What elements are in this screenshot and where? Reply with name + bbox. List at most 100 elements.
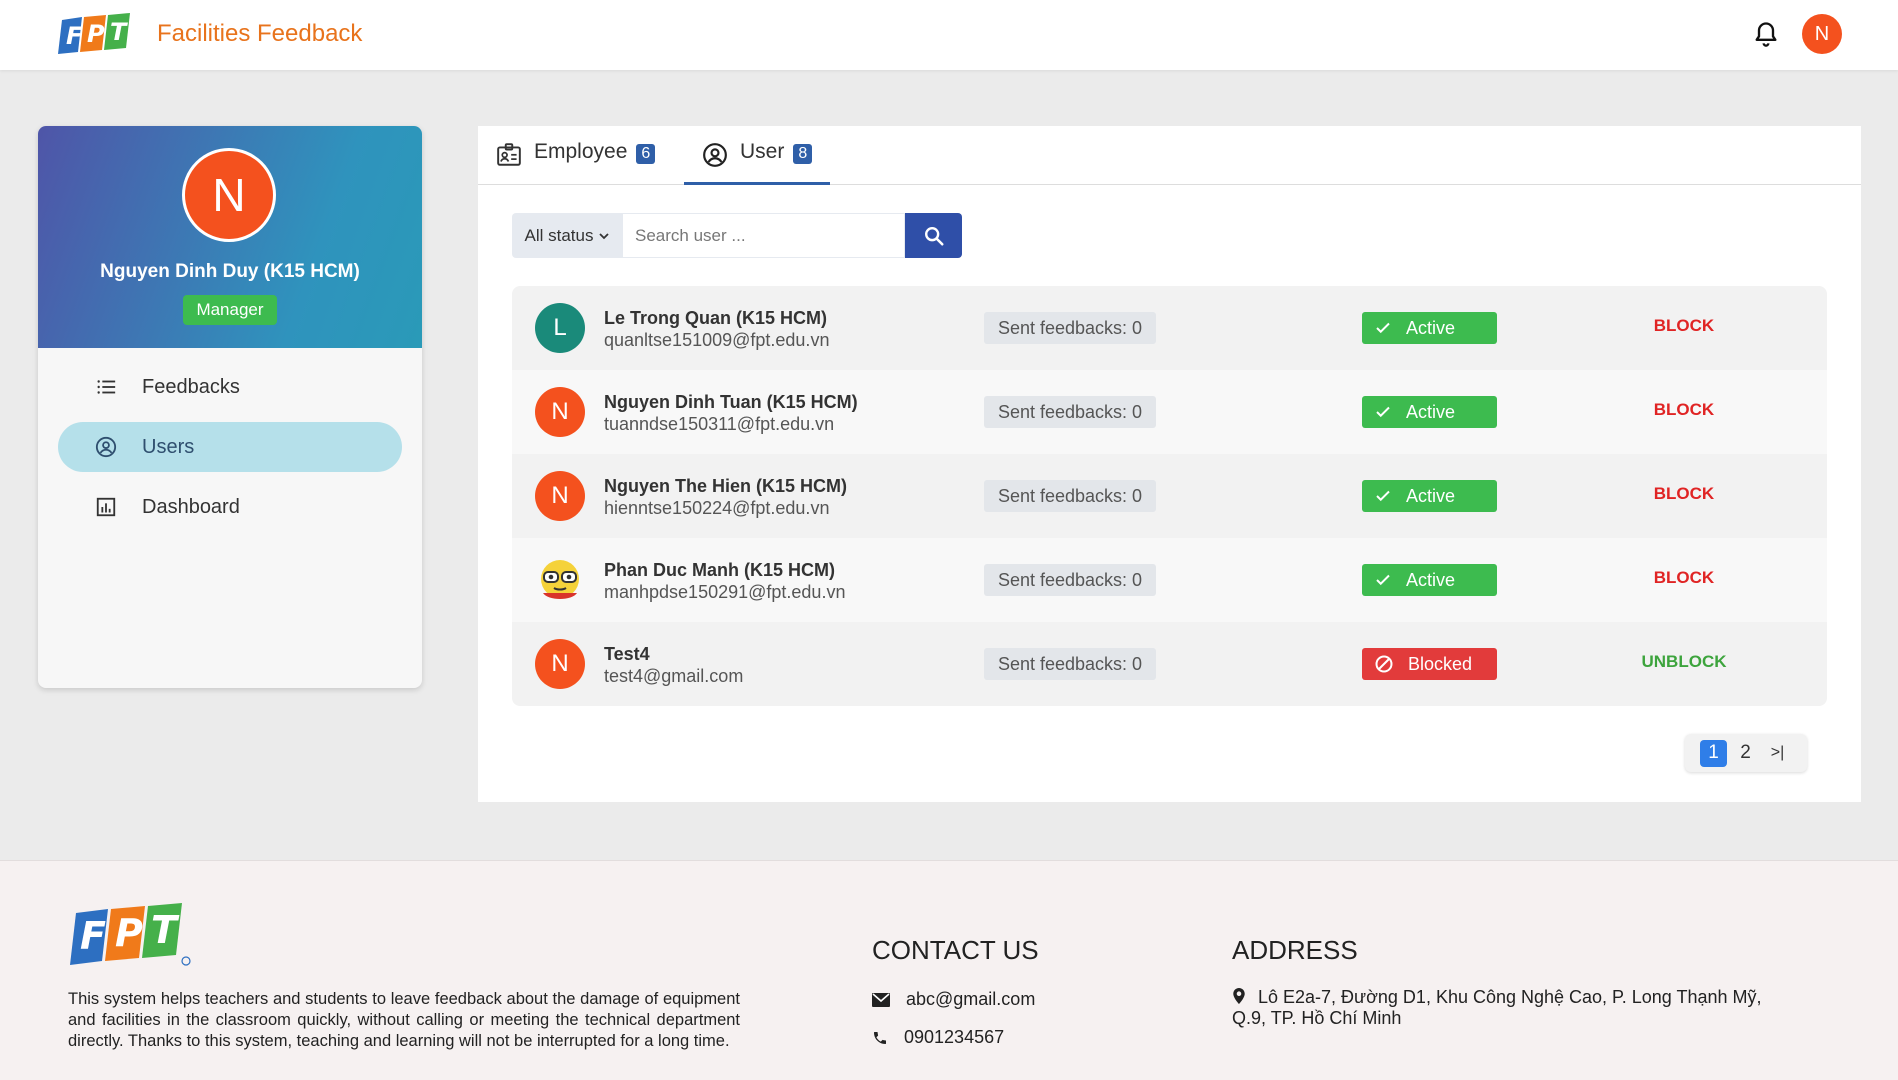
check-icon (1376, 322, 1390, 334)
user-row: N Test4 test4@gmail.com Sent feedbacks: … (512, 622, 1827, 706)
tab-label: User (740, 140, 785, 163)
tab-label: Employee (534, 140, 628, 163)
main-panel: Employee 6 User 8 All status Search user… (478, 126, 1861, 802)
nerd-face-avatar-icon (541, 560, 579, 599)
user-email: manhpdse150291@fpt.edu.vn (604, 582, 846, 602)
page-2-button[interactable]: 2 (1732, 740, 1759, 767)
header-avatar[interactable]: N (1802, 14, 1842, 54)
notification-bell-icon[interactable] (1752, 20, 1780, 48)
search-bar: All status (512, 213, 962, 258)
pagination: 1 2 >| (1685, 734, 1807, 772)
user-email: quanltse151009@fpt.edu.vn (604, 330, 830, 350)
svg-text:T: T (110, 18, 128, 46)
footer-description: This system helps teachers and students … (68, 990, 740, 1050)
tab-user[interactable]: User 8 (684, 140, 831, 185)
status-filter-value: All status (524, 225, 594, 245)
map-pin-icon (1233, 988, 1245, 1004)
fpt-logo[interactable]: F P T (56, 12, 136, 58)
sidebar-menu: Feedbacks Users Dashboard (58, 362, 402, 542)
user-name: Test4 (604, 644, 650, 664)
svg-text:T: T (151, 908, 180, 952)
blocked-icon (1375, 655, 1393, 673)
user-email: test4@gmail.com (604, 666, 744, 686)
search-input[interactable] (623, 213, 905, 258)
page-1-button[interactable]: 1 (1700, 739, 1727, 767)
block-button[interactable]: BLOCK (1599, 400, 1769, 420)
user-row: Phan Duc Manh (K15 HCM) manhpdse150291@f… (512, 538, 1827, 622)
chart-icon (94, 495, 118, 519)
user-avatar: N (535, 387, 585, 437)
user-list: L Le Trong Quan (K15 HCM) quanltse151009… (512, 286, 1827, 706)
tab-bar: Employee 6 User 8 (478, 126, 1861, 185)
user-row: N Nguyen Dinh Tuan (K15 HCM) tuanndse150… (512, 370, 1827, 454)
user-name: Le Trong Quan (K15 HCM) (604, 308, 828, 328)
tab-employee[interactable]: Employee 6 (496, 140, 656, 185)
unblock-button[interactable]: UNBLOCK (1599, 652, 1769, 672)
block-button[interactable]: BLOCK (1599, 484, 1769, 504)
contact-email: abc@gmail.com (872, 989, 1035, 1010)
user-row: N Nguyen The Hien (K15 HCM) hienntse1502… (512, 454, 1827, 538)
status-filter-select[interactable]: All status (512, 213, 623, 258)
status-label: Active (1406, 401, 1456, 422)
search-icon (924, 226, 944, 246)
status-badge: Blocked (1362, 648, 1497, 680)
svg-text:P: P (87, 20, 105, 48)
search-button[interactable] (905, 213, 962, 258)
phone-icon (874, 1031, 886, 1044)
sidebar-item-label: Dashboard (142, 495, 240, 518)
check-icon (1376, 490, 1390, 502)
sidebar-item-label: Users (142, 435, 195, 458)
status-badge: Active (1362, 480, 1497, 512)
profile-section: N Nguyen Dinh Duy (K15 HCM) Manager (38, 126, 422, 348)
profile-avatar: N (182, 148, 276, 242)
envelope-icon (872, 992, 890, 1007)
user-name: Phan Duc Manh (K15 HCM) (604, 560, 836, 580)
role-badge: Manager (183, 295, 277, 325)
sidebar-item-dashboard[interactable]: Dashboard (58, 482, 402, 532)
chevron-down-icon (599, 232, 610, 239)
check-icon (1376, 574, 1390, 586)
footer: F P T This system helps teachers and stu… (0, 860, 1898, 1080)
status-label: Active (1406, 317, 1456, 338)
fpt-logo: F P T (70, 903, 191, 966)
user-avatar: L (535, 303, 585, 353)
user-circle-icon (703, 143, 727, 167)
address-block: Lô E2a-7, Đường D1, Khu Công Nghệ Cao, P… (1232, 987, 1792, 1029)
sent-feedbacks-badge: Sent feedbacks: 0 (984, 480, 1156, 512)
status-label: Blocked (1408, 653, 1473, 674)
sent-feedbacks-badge: Sent feedbacks: 0 (984, 312, 1156, 344)
sent-feedbacks-badge: Sent feedbacks: 0 (984, 648, 1156, 680)
block-button[interactable]: BLOCK (1599, 316, 1769, 336)
status-label: Active (1406, 485, 1456, 506)
address-text: Lô E2a-7, Đường D1, Khu Công Nghệ Cao, P… (1232, 987, 1762, 1028)
sidebar-card: N Nguyen Dinh Duy (K15 HCM) Manager Feed… (38, 126, 422, 688)
last-page-button[interactable]: >| (1764, 740, 1791, 767)
user-avatar: N (535, 471, 585, 521)
sidebar-item-feedbacks[interactable]: Feedbacks (58, 362, 402, 412)
contact-phone-text[interactable]: 0901234567 (904, 1027, 1004, 1048)
status-label: Active (1406, 569, 1456, 590)
sidebar-item-users[interactable]: Users (58, 422, 402, 472)
block-button[interactable]: BLOCK (1599, 568, 1769, 588)
address-title: ADDRESS (1232, 935, 1358, 965)
count-badge: 8 (793, 144, 813, 164)
user-avatar: N (535, 639, 585, 689)
contact-email-text[interactable]: abc@gmail.com (906, 989, 1035, 1010)
status-badge: Active (1362, 564, 1497, 596)
count-badge: 6 (636, 144, 656, 164)
contact-phone: 0901234567 (872, 1027, 1004, 1048)
user-avatar-image (535, 555, 585, 605)
app-title[interactable]: Facilities Feedback (157, 20, 362, 48)
sent-feedbacks-badge: Sent feedbacks: 0 (984, 396, 1156, 428)
top-header: F P T Facilities Feedback N (0, 0, 1898, 70)
status-badge: Active (1362, 396, 1497, 428)
svg-text:P: P (115, 911, 143, 955)
user-name: Nguyen Dinh Tuan (K15 HCM) (604, 392, 858, 412)
sent-feedbacks-badge: Sent feedbacks: 0 (984, 564, 1156, 596)
svg-text:F: F (80, 914, 106, 958)
status-badge: Active (1362, 312, 1497, 344)
user-name: Nguyen The Hien (K15 HCM) (604, 476, 848, 496)
sidebar-item-label: Feedbacks (142, 375, 240, 398)
contact-title: CONTACT US (872, 935, 1039, 965)
user-row: L Le Trong Quan (K15 HCM) quanltse151009… (512, 286, 1827, 370)
